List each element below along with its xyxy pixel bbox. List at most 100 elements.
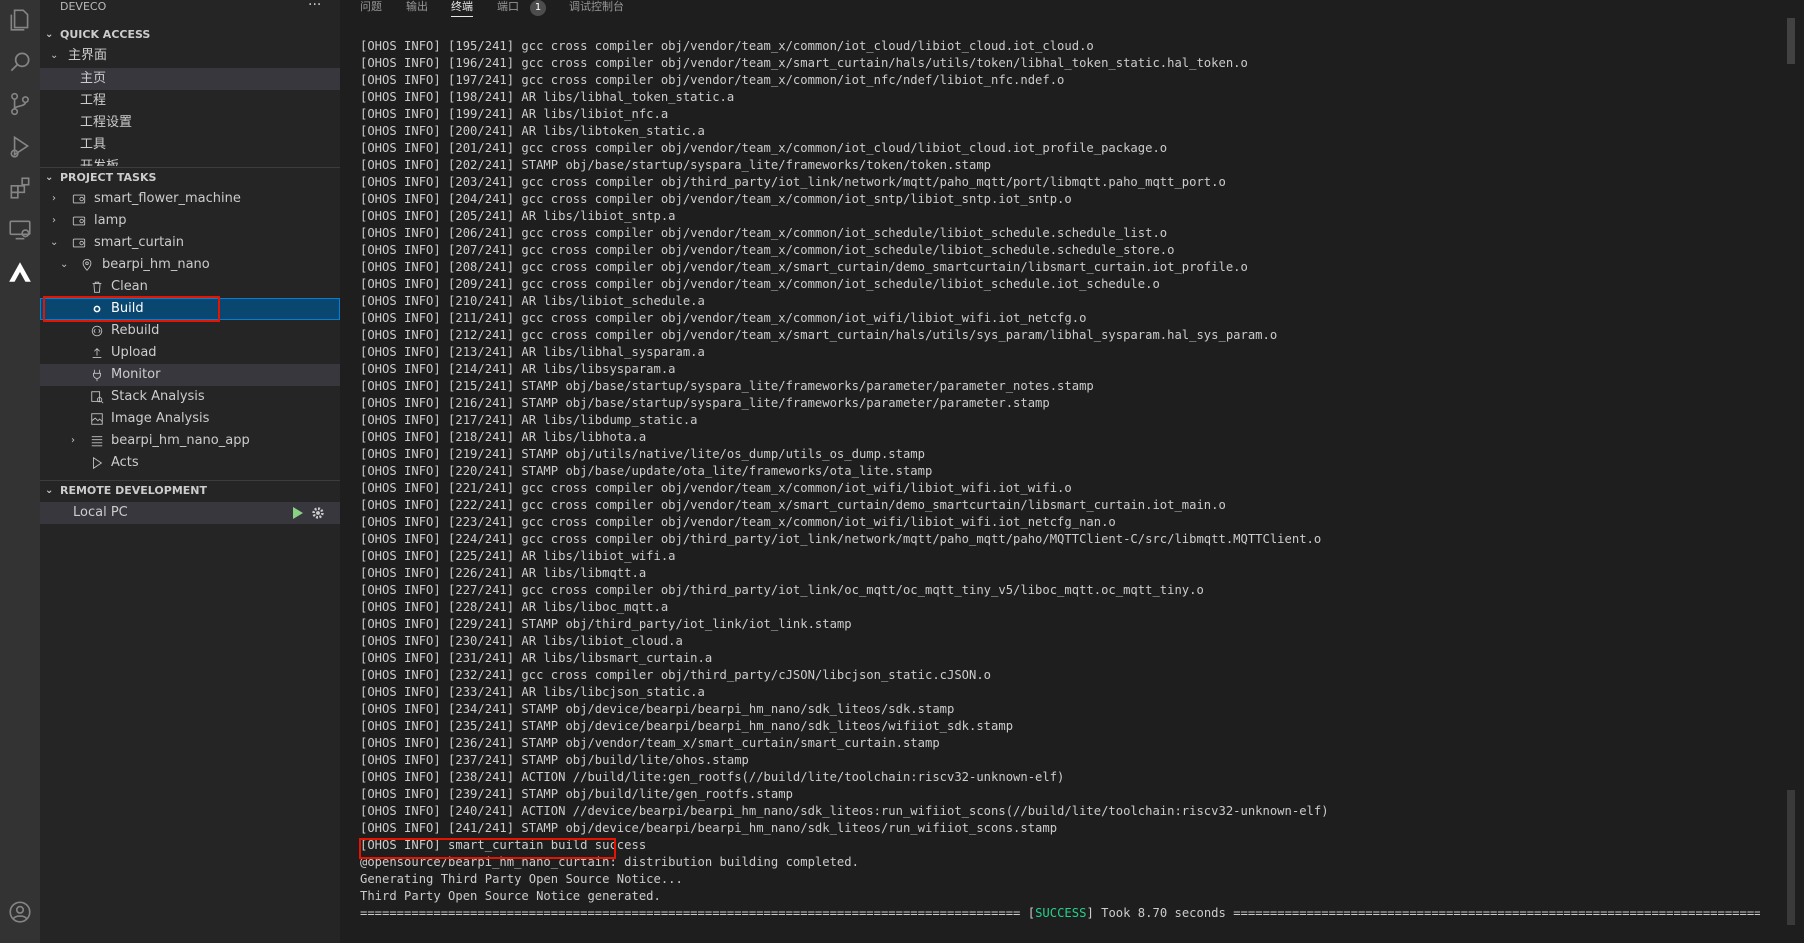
deveco-icon[interactable] bbox=[0, 252, 40, 292]
terminal-line: [OHOS INFO] [217/241] AR libs/libdump_st… bbox=[360, 413, 698, 427]
terminal-line: [OHOS INFO] [240/241] ACTION //device/be… bbox=[360, 804, 1329, 818]
run-debug-icon[interactable] bbox=[0, 126, 40, 166]
terminal-line: [OHOS INFO] [213/241] AR libs/libhal_sys… bbox=[360, 345, 705, 359]
terminal-line: [OHOS INFO] [225/241] AR libs/libiot_wif… bbox=[360, 549, 676, 563]
quick-access-item-board[interactable]: 开发板 bbox=[40, 156, 340, 166]
tab-output[interactable]: 输出 bbox=[406, 0, 428, 16]
task-upload[interactable]: Upload bbox=[40, 342, 340, 364]
terminal-output[interactable]: [OHOS INFO] [195/241] gcc cross compiler… bbox=[360, 38, 1760, 922]
terminal-line: [OHOS INFO] [237/241] STAMP obj/build/li… bbox=[360, 753, 749, 767]
terminal-line: [OHOS INFO] [204/241] gcc cross compiler… bbox=[360, 192, 1072, 206]
section-remote-development-label: REMOTE DEVELOPMENT bbox=[60, 484, 208, 497]
tab-terminal[interactable]: 终端 bbox=[451, 0, 473, 17]
terminal-line: [OHOS INFO] [208/241] gcc cross compiler… bbox=[360, 260, 1248, 274]
task-image-analysis[interactable]: Image Analysis bbox=[40, 408, 340, 430]
play-icon bbox=[93, 456, 103, 470]
panel-tabs: 问题 输出 终端 端口 1 调试控制台 bbox=[340, 0, 1804, 18]
terminal-line: [OHOS INFO] [236/241] STAMP obj/vendor/t… bbox=[360, 736, 940, 750]
terminal-scrollbar-thumb-lower[interactable] bbox=[1787, 790, 1795, 925]
quick-access-item-home[interactable]: 主页 bbox=[40, 68, 340, 90]
terminal-line: [OHOS INFO] [219/241] STAMP obj/utils/na… bbox=[360, 447, 925, 461]
quick-access-item-tools[interactable]: 工具 bbox=[40, 134, 340, 156]
extensions-icon[interactable] bbox=[0, 168, 40, 208]
task-label: Monitor bbox=[111, 367, 161, 382]
terminal-line: [OHOS INFO] [205/241] AR libs/libiot_snt… bbox=[360, 209, 676, 223]
account-icon[interactable] bbox=[0, 892, 40, 932]
task-clean[interactable]: Clean bbox=[40, 276, 340, 298]
location-pin-icon bbox=[82, 258, 92, 271]
explorer-icon[interactable] bbox=[0, 0, 40, 40]
project-smart-curtain[interactable]: ⌄ smart_curtain bbox=[40, 232, 340, 254]
terminal-line: [OHOS INFO] [239/241] STAMP obj/build/li… bbox=[360, 787, 793, 801]
task-label: Rebuild bbox=[111, 323, 160, 338]
terminal-line: [OHOS INFO] [201/241] gcc cross compiler… bbox=[360, 141, 1168, 155]
gear-icon[interactable] bbox=[311, 506, 325, 520]
task-rebuild[interactable]: Rebuild bbox=[40, 320, 340, 342]
terminal-scrollbar-thumb[interactable] bbox=[1787, 18, 1795, 64]
task-acts[interactable]: Acts bbox=[40, 452, 340, 474]
task-bearpi-hm-nano-app[interactable]: › bearpi_hm_nano_app bbox=[40, 430, 340, 452]
terminal-line: [OHOS INFO] [211/241] gcc cross compiler… bbox=[360, 311, 1087, 325]
task-label: Build bbox=[111, 301, 144, 316]
terminal-line: [OHOS INFO] [238/241] ACTION //build/lit… bbox=[360, 770, 1065, 784]
terminal-line: [OHOS INFO] smart_curtain build success bbox=[360, 838, 647, 852]
terminal-line: [OHOS INFO] [198/241] AR libs/libhal_tok… bbox=[360, 90, 735, 104]
terminal-line: [OHOS INFO] [226/241] AR libs/libmqtt.a bbox=[360, 566, 647, 580]
terminal-line: [OHOS INFO] [212/241] gcc cross compiler… bbox=[360, 328, 1278, 342]
quick-access-item-project-settings[interactable]: 工程设置 bbox=[40, 112, 340, 134]
terminal-line: [OHOS INFO] [214/241] AR libs/libsyspara… bbox=[360, 362, 676, 376]
terminal-line: [OHOS INFO] [209/241] gcc cross compiler… bbox=[360, 277, 1160, 291]
chevron-down-icon: ⌄ bbox=[45, 485, 54, 496]
tab-problems[interactable]: 问题 bbox=[360, 0, 382, 16]
project-folder-icon bbox=[72, 216, 86, 226]
tab-debug-console[interactable]: 调试控制台 bbox=[569, 0, 624, 16]
chevron-down-icon: ⌄ bbox=[50, 50, 59, 61]
summary-took: Took 8.70 seconds bbox=[1101, 906, 1226, 920]
project-label: lamp bbox=[94, 213, 127, 228]
image-analysis-icon bbox=[91, 413, 103, 425]
terminal-line: Third Party Open Source Notice generated… bbox=[360, 889, 661, 903]
list-icon bbox=[91, 436, 103, 447]
section-quick-access[interactable]: ⌄ QUICK ACCESS bbox=[40, 24, 340, 46]
summary-left-rule: ========================================… bbox=[360, 906, 1021, 920]
project-smart-flower-machine[interactable]: › smart_flower_machine bbox=[40, 188, 340, 210]
task-stack-analysis[interactable]: Stack Analysis bbox=[40, 386, 340, 408]
task-label: Stack Analysis bbox=[111, 389, 205, 404]
task-build[interactable]: Build bbox=[40, 298, 340, 320]
terminal-summary-line: ========================================… bbox=[360, 905, 1760, 922]
sidebar: DEVECO ··· ⌄ QUICK ACCESS ⌄ 主界面 主页 工程 工程… bbox=[40, 0, 340, 943]
terminal-line: [OHOS INFO] [202/241] STAMP obj/base/sta… bbox=[360, 158, 992, 172]
target-bearpi-hm-nano[interactable]: ⌄ bearpi_hm_nano bbox=[40, 254, 340, 276]
task-label: Clean bbox=[111, 279, 148, 294]
remote-explorer-icon[interactable] bbox=[0, 210, 40, 250]
run-icon[interactable] bbox=[292, 507, 303, 519]
chevron-down-icon: ⌄ bbox=[60, 259, 69, 270]
section-project-tasks[interactable]: ⌄ PROJECT TASKS bbox=[40, 167, 340, 189]
tree-group-main[interactable]: ⌄ 主界面 bbox=[40, 45, 340, 67]
more-actions-icon[interactable]: ··· bbox=[308, 0, 321, 13]
terminal-line: [OHOS INFO] [206/241] gcc cross compiler… bbox=[360, 226, 1168, 240]
chevron-down-icon: ⌄ bbox=[45, 29, 54, 40]
quick-access-item-project[interactable]: 工程 bbox=[40, 90, 340, 112]
search-icon[interactable] bbox=[0, 42, 40, 82]
task-monitor[interactable]: Monitor bbox=[40, 364, 340, 386]
terminal-line: [OHOS INFO] [215/241] STAMP obj/base/sta… bbox=[360, 379, 1094, 393]
section-remote-development[interactable]: ⌄ REMOTE DEVELOPMENT bbox=[40, 480, 340, 502]
project-lamp[interactable]: › lamp bbox=[40, 210, 340, 232]
terminal-line: [OHOS INFO] [220/241] STAMP obj/base/upd… bbox=[360, 464, 933, 478]
terminal-line: [OHOS INFO] [223/241] gcc cross compiler… bbox=[360, 515, 1116, 529]
terminal-line: [OHOS INFO] [221/241] gcc cross compiler… bbox=[360, 481, 1072, 495]
terminal-line: [OHOS INFO] [231/241] AR libs/libsmart_c… bbox=[360, 651, 713, 665]
bottom-panel: 问题 输出 终端 端口 1 调试控制台 [OHOS INFO] [195/241… bbox=[340, 0, 1804, 943]
source-control-icon[interactable] bbox=[0, 84, 40, 124]
trash-icon bbox=[92, 281, 102, 293]
tab-ports[interactable]: 端口 bbox=[497, 0, 519, 16]
terminal-line: @opensource/bearpi_hm_nano_curtain: dist… bbox=[360, 855, 859, 869]
remote-item-local-pc[interactable]: Local PC bbox=[40, 502, 340, 524]
target-label: bearpi_hm_nano bbox=[102, 257, 210, 272]
terminal-line: [OHOS INFO] [232/241] gcc cross compiler… bbox=[360, 668, 992, 682]
section-project-tasks-label: PROJECT TASKS bbox=[60, 171, 157, 184]
terminal-line: [OHOS INFO] [230/241] AR libs/libiot_clo… bbox=[360, 634, 683, 648]
terminal-line: [OHOS INFO] [196/241] gcc cross compiler… bbox=[360, 56, 1248, 70]
terminal-line: [OHOS INFO] [207/241] gcc cross compiler… bbox=[360, 243, 1175, 257]
